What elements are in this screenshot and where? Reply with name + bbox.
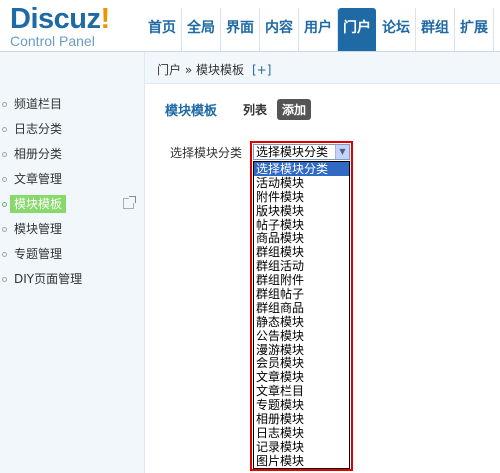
- nav-extensions[interactable]: 扩展: [455, 8, 494, 51]
- option-select-category[interactable]: 选择模块分类: [254, 162, 349, 176]
- breadcrumb-bar: 门户 » 模块模板 [+]: [145, 51, 500, 84]
- nav-forum[interactable]: 论坛: [377, 8, 416, 51]
- option-static[interactable]: 静态模块: [254, 315, 349, 329]
- option-forum-board[interactable]: 版块模块: [254, 204, 349, 218]
- sidebar-item-blog-category[interactable]: 日志分类: [0, 117, 145, 142]
- category-select[interactable]: 选择模块分类 ▼: [253, 144, 350, 160]
- chevron-down-icon[interactable]: ▼: [335, 145, 349, 159]
- main-content: 模块模板 列表 添加 选择模块分类 选择模块分类 ▼ 选择模块分类 活动模块 附…: [145, 85, 500, 473]
- nav-home[interactable]: 首页: [143, 8, 182, 51]
- sidebar-item-article-manage[interactable]: 文章管理: [0, 167, 145, 192]
- open-external-icon[interactable]: [123, 196, 136, 209]
- logo-subtitle: Control Panel: [10, 33, 95, 49]
- option-image[interactable]: 图片模块: [254, 454, 349, 468]
- option-record[interactable]: 记录模块: [254, 440, 349, 454]
- bullet-icon: [2, 127, 7, 132]
- sidebar-item-block-template[interactable]: 模块模板: [0, 192, 145, 217]
- bullet-icon: [2, 227, 7, 232]
- tab-row: 模块模板 列表 添加: [165, 99, 312, 120]
- option-article-column[interactable]: 文章栏目: [254, 384, 349, 398]
- option-album[interactable]: 相册模块: [254, 412, 349, 426]
- option-group[interactable]: 群组模块: [254, 245, 349, 259]
- category-options: 选择模块分类 活动模块 附件模块 版块模块 帖子模块 商品模块 群组模块 群组活…: [253, 161, 350, 469]
- bullet-icon: [2, 102, 7, 107]
- nav-global[interactable]: 全局: [182, 8, 221, 51]
- sidebar: 频道栏目 日志分类 相册分类 文章管理 模块模板 模块管理 专题管理 DIY页面…: [0, 51, 145, 473]
- header: Discuz! Control Panel 首页 全局 界面 内容 用户 门户 …: [0, 0, 500, 51]
- sidebar-item-block-manage[interactable]: 模块管理: [0, 217, 145, 242]
- option-attachment[interactable]: 附件模块: [254, 190, 349, 204]
- bullet-icon: [2, 277, 7, 282]
- sidebar-item-topic-manage[interactable]: 专题管理: [0, 242, 145, 267]
- page-title: 模块模板: [165, 104, 218, 119]
- bullet-icon: [2, 252, 7, 257]
- bullet-icon: [2, 202, 7, 207]
- option-group-activity[interactable]: 群组活动: [254, 259, 349, 273]
- sidebar-menu: 频道栏目 日志分类 相册分类 文章管理 模块模板 模块管理 专题管理 DIY页面…: [0, 92, 145, 292]
- category-label: 选择模块分类: [170, 146, 243, 160]
- option-activity[interactable]: 活动模块: [254, 176, 349, 190]
- option-group-thread[interactable]: 群组帖子: [254, 287, 349, 301]
- nav-interface[interactable]: 界面: [221, 8, 260, 51]
- option-group-attachment[interactable]: 群组附件: [254, 273, 349, 287]
- option-roaming[interactable]: 漫游模块: [254, 343, 349, 357]
- tab-list[interactable]: 列表: [243, 101, 267, 118]
- breadcrumb: 门户 » 模块模板 [+]: [157, 61, 271, 78]
- option-member[interactable]: 会员模块: [254, 356, 349, 371]
- logo-text: Discuz!: [10, 3, 110, 35]
- add-shortcut-link[interactable]: [+]: [252, 63, 271, 77]
- nav-content[interactable]: 内容: [260, 8, 299, 51]
- option-thread[interactable]: 帖子模块: [254, 218, 349, 232]
- bullet-icon: [2, 152, 7, 157]
- top-nav: 首页 全局 界面 内容 用户 门户 论坛 群组 扩展: [143, 8, 494, 51]
- nav-groups[interactable]: 群组: [416, 8, 455, 51]
- option-blog[interactable]: 日志模块: [254, 426, 349, 440]
- option-announcement[interactable]: 公告模块: [254, 329, 349, 343]
- option-topic[interactable]: 专题模块: [254, 398, 349, 412]
- sidebar-item-diy-page[interactable]: DIY页面管理: [0, 267, 145, 292]
- option-article[interactable]: 文章模块: [254, 370, 349, 384]
- sidebar-item-album-category[interactable]: 相册分类: [0, 142, 145, 167]
- select-value: 选择模块分类: [256, 145, 329, 159]
- sidebar-item-channel[interactable]: 频道栏目: [0, 92, 145, 117]
- bullet-icon: [2, 177, 7, 182]
- tab-add[interactable]: 添加: [277, 99, 312, 120]
- logo[interactable]: Discuz! Control Panel: [10, 3, 110, 49]
- nav-portal[interactable]: 门户: [338, 8, 376, 51]
- nav-users[interactable]: 用户: [299, 8, 338, 51]
- dropdown-highlight-frame: 选择模块分类 ▼ 选择模块分类 活动模块 附件模块 版块模块 帖子模块 商品模块…: [250, 141, 353, 471]
- option-group-goods[interactable]: 群组商品: [254, 301, 349, 315]
- breadcrumb-text: 门户 » 模块模板: [157, 63, 244, 77]
- option-goods[interactable]: 商品模块: [254, 231, 349, 246]
